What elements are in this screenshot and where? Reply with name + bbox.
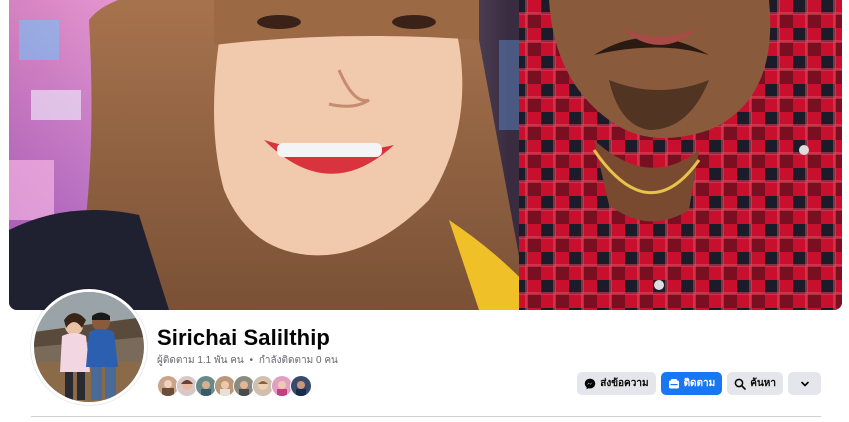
- messenger-icon: [584, 378, 596, 390]
- friend-avatars: [157, 375, 312, 397]
- follow-button-label: ติดตาม: [683, 378, 716, 389]
- message-button[interactable]: ส่งข้อความ: [577, 372, 656, 395]
- follow-button[interactable]: ติดตาม: [660, 372, 723, 395]
- followers-count[interactable]: ผู้ติดตาม 1.1 พัน คน: [157, 355, 244, 366]
- more-options-button[interactable]: [788, 372, 821, 395]
- follow-icon: [668, 378, 680, 390]
- search-icon: [734, 378, 747, 390]
- section-divider: [31, 416, 821, 417]
- stats-separator: •: [249, 355, 254, 366]
- avatar-image: [34, 292, 144, 402]
- profile-name[interactable]: Sirichai Salilthip: [157, 325, 330, 351]
- friend-avatar-8[interactable]: [290, 375, 312, 397]
- chevron-down-icon: [799, 378, 811, 390]
- search-button[interactable]: ค้นหา: [727, 372, 783, 395]
- message-button-label: ส่งข้อความ: [600, 378, 649, 389]
- following-count[interactable]: กำลังติดตาม 0 คน: [259, 355, 338, 366]
- search-button-label: ค้นหา: [750, 378, 776, 389]
- follow-stats: ผู้ติดตาม 1.1 พัน คน • กำลังติดตาม 0 คน: [157, 353, 338, 368]
- profile-actions: ส่งข้อความ ติดตาม ค้นหา: [577, 372, 821, 395]
- cover-photo[interactable]: [9, 0, 842, 310]
- profile-avatar[interactable]: [31, 289, 147, 405]
- profile-page: Sirichai Salilthip ผู้ติดตาม 1.1 พัน คน …: [0, 0, 849, 422]
